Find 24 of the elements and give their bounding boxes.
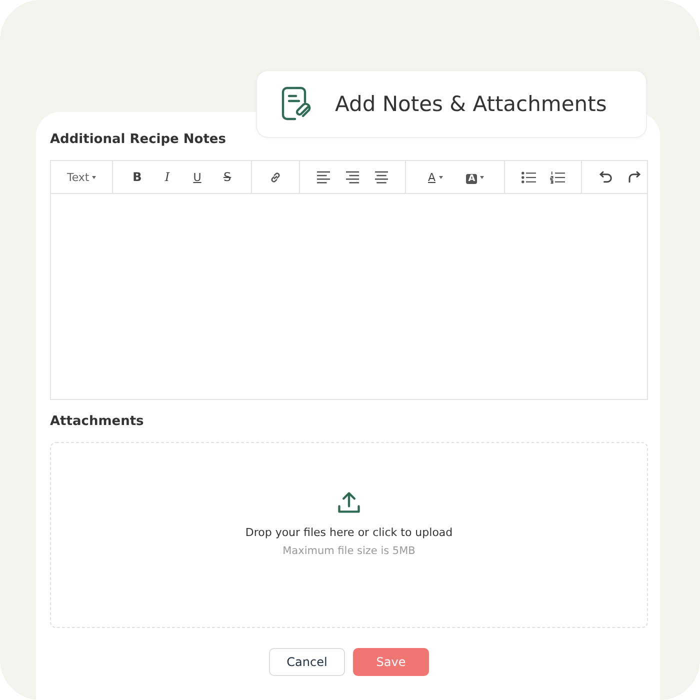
section-label: Additional Recipe Notes bbox=[50, 132, 227, 149]
underline-button[interactable]: U bbox=[189, 170, 206, 184]
align-right-icon[interactable] bbox=[345, 170, 360, 184]
document-clip-icon bbox=[281, 86, 313, 122]
redo-icon[interactable] bbox=[627, 170, 642, 184]
text-style-dropdown[interactable]: Text bbox=[67, 170, 96, 184]
undo-icon[interactable] bbox=[598, 170, 614, 184]
strikethrough-button[interactable]: S bbox=[219, 170, 236, 184]
italic-button[interactable]: I bbox=[159, 170, 176, 184]
section-label: Attachments bbox=[50, 414, 145, 431]
bulleted-list-icon[interactable] bbox=[521, 170, 536, 184]
upload-prompt: Drop your files here or click to upload bbox=[245, 526, 453, 538]
file-size-hint: Maximum file size is 5MB bbox=[282, 544, 416, 556]
align-left-icon[interactable] bbox=[316, 170, 332, 184]
numbered-list-icon[interactable] bbox=[550, 170, 566, 184]
dialog-title: Add Notes & Attachments bbox=[335, 92, 607, 116]
align-center-icon[interactable] bbox=[374, 170, 390, 184]
upload-icon bbox=[336, 490, 362, 516]
text-color-button[interactable]: A bbox=[422, 170, 448, 184]
rich-text-editor[interactable]: Text B I U S A A bbox=[50, 160, 648, 400]
highlight-button[interactable]: A bbox=[462, 170, 488, 184]
cancel-button[interactable]: Cancel bbox=[269, 648, 345, 676]
bold-button[interactable]: B bbox=[129, 170, 146, 184]
file-dropzone[interactable]: Drop your files here or click to upload Maximum file size is 5MB bbox=[50, 442, 648, 628]
